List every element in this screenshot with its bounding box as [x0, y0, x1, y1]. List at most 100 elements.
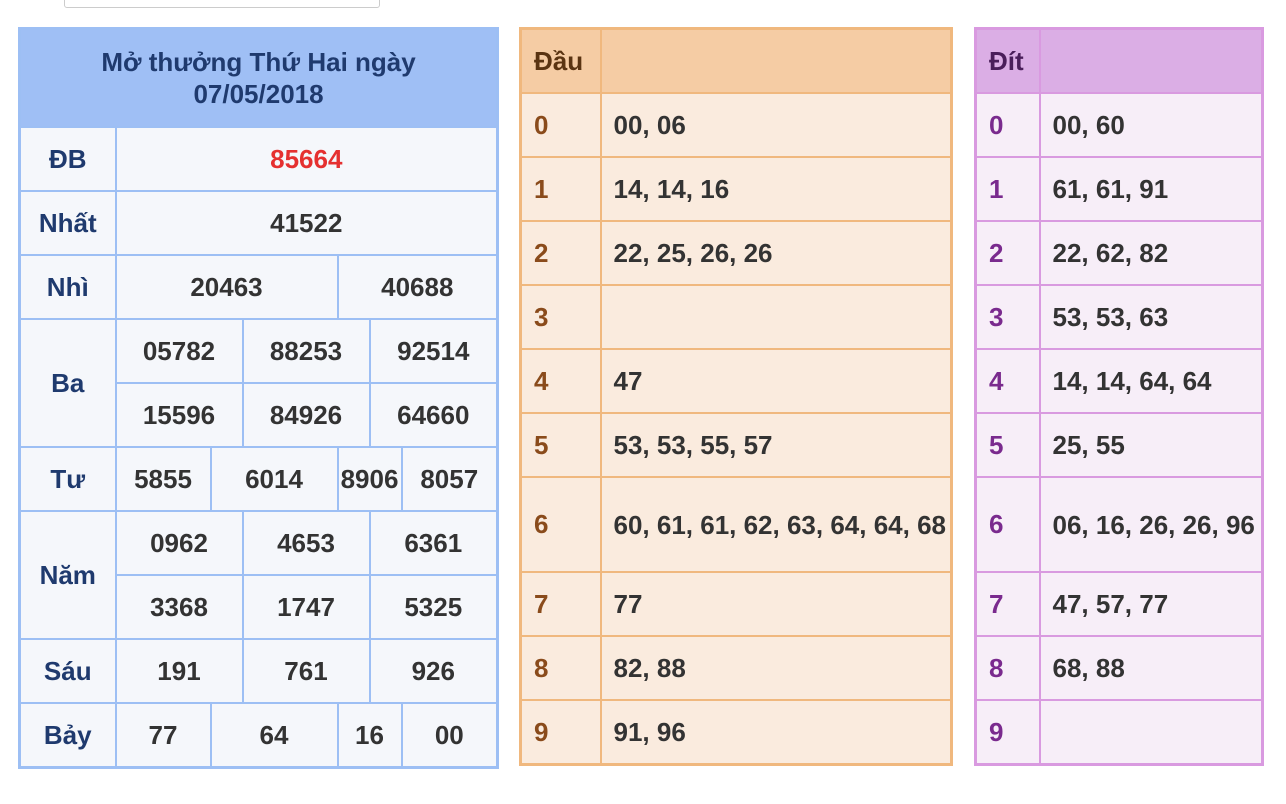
dau-value: 22, 25, 26, 26 — [599, 220, 953, 286]
dit-header: Đít — [974, 27, 1041, 94]
label-nhi: Nhì — [18, 254, 117, 320]
dit-value: 14, 14, 64, 64 — [1038, 348, 1264, 414]
dau-row: 5 53, 53, 55, 57 — [519, 412, 953, 478]
dau-key: 2 — [519, 220, 602, 286]
dau-key: 0 — [519, 92, 602, 158]
label-db: ĐB — [18, 126, 117, 192]
value-nam: 4653 — [241, 510, 371, 576]
dit-row: 4 14, 14, 64, 64 — [974, 348, 1264, 414]
dau-key: 4 — [519, 348, 602, 414]
dit-row: 0 00, 60 — [974, 92, 1264, 158]
value-bay: 77 — [114, 702, 212, 769]
value-db: 85664 — [114, 126, 499, 192]
dit-row: 2 22, 62, 82 — [974, 220, 1264, 286]
row-nhi: Nhì 20463 40688 — [18, 254, 499, 320]
title-line1: Mở thưởng Thứ Hai ngày — [101, 47, 416, 77]
results-table: Mở thưởng Thứ Hai ngày 07/05/2018 ĐB 856… — [18, 27, 500, 769]
label-bay: Bảy — [18, 702, 117, 769]
dau-key: 8 — [519, 635, 602, 701]
top-dropdown-edge[interactable] — [64, 0, 380, 8]
dau-row: 8 82, 88 — [519, 635, 953, 701]
dit-key: 4 — [974, 348, 1041, 414]
dit-value — [1038, 699, 1264, 766]
dit-value: 25, 55 — [1038, 412, 1264, 478]
dit-row: 5 25, 55 — [974, 412, 1264, 478]
value-sau: 191 — [114, 638, 244, 704]
dit-key: 2 — [974, 220, 1041, 286]
dau-header-blank — [599, 27, 953, 94]
value-ba: 92514 — [368, 318, 499, 384]
dit-row: 1 61, 61, 91 — [974, 156, 1264, 222]
value-tu: 8057 — [400, 446, 499, 512]
dit-key: 0 — [974, 92, 1041, 158]
dau-value: 77 — [599, 571, 953, 637]
dit-value: 68, 88 — [1038, 635, 1264, 701]
row-nhat: Nhất 41522 — [18, 190, 499, 256]
dau-key: 3 — [519, 284, 602, 350]
dit-row: 8 68, 88 — [974, 635, 1264, 701]
dit-key: 3 — [974, 284, 1041, 350]
dau-value: 91, 96 — [599, 699, 953, 766]
value-nam: 0962 — [114, 510, 244, 576]
value-nam: 6361 — [368, 510, 499, 576]
value-nhi: 40688 — [336, 254, 499, 320]
value-nam: 5325 — [368, 574, 499, 640]
dit-header-row: Đít — [974, 27, 1264, 94]
dau-value: 00, 06 — [599, 92, 953, 158]
value-tu: 6014 — [209, 446, 339, 512]
dit-key: 8 — [974, 635, 1041, 701]
dau-value: 14, 14, 16 — [599, 156, 953, 222]
dit-value: 00, 60 — [1038, 92, 1264, 158]
dit-table: Đít 0 00, 60 1 61, 61, 91 2 22, 62, 82 3 53,… — [974, 27, 1264, 766]
dit-row: 7 47, 57, 77 — [974, 571, 1264, 637]
dau-row: 2 22, 25, 26, 26 — [519, 220, 953, 286]
dau-key: 7 — [519, 571, 602, 637]
value-bay: 16 — [336, 702, 403, 769]
value-ba: 05782 — [114, 318, 244, 384]
dau-table: Đầu 0 00, 06 1 14, 14, 16 2 22, 25, 26, 26 … — [519, 27, 953, 766]
dau-value: 47 — [599, 348, 953, 414]
dau-row: 0 00, 06 — [519, 92, 953, 158]
dit-key: 1 — [974, 156, 1041, 222]
label-sau: Sáu — [18, 638, 117, 704]
dau-value: 60, 61, 61, 62, 63, 64, 64, 68 — [599, 476, 953, 573]
value-nhat: 41522 — [114, 190, 499, 256]
label-tu: Tư — [18, 446, 117, 512]
value-bay: 00 — [400, 702, 499, 769]
dau-key: 6 — [519, 476, 602, 573]
row-bay: Bảy 77 64 16 00 — [18, 702, 499, 769]
value-ba: 64660 — [368, 382, 499, 448]
value-ba: 88253 — [241, 318, 371, 384]
title-date: 07/05/2018 — [193, 79, 324, 109]
dau-value: 82, 88 — [599, 635, 953, 701]
dau-header: Đầu — [519, 27, 602, 94]
value-tu: 5855 — [114, 446, 212, 512]
dit-row: 9 — [974, 699, 1264, 766]
value-ba: 15596 — [114, 382, 244, 448]
dit-key: 6 — [974, 476, 1041, 573]
label-nhat: Nhất — [18, 190, 117, 256]
row-db: ĐB 85664 — [18, 126, 499, 192]
dit-key: 7 — [974, 571, 1041, 637]
dau-row: 4 47 — [519, 348, 953, 414]
dau-row: 6 60, 61, 61, 62, 63, 64, 64, 68 — [519, 476, 953, 573]
row-nam: Năm 0962 4653 6361 — [18, 510, 499, 640]
dau-key: 1 — [519, 156, 602, 222]
dau-key: 9 — [519, 699, 602, 766]
title-row: Mở thưởng Thứ Hai ngày 07/05/2018 — [18, 27, 499, 128]
row-ba: Ba 05782 88253 92514 — [18, 318, 499, 448]
dit-value: 61, 61, 91 — [1038, 156, 1264, 222]
dit-key: 9 — [974, 699, 1041, 766]
label-ba: Ba — [18, 318, 117, 448]
dit-value: 47, 57, 77 — [1038, 571, 1264, 637]
row-sau: Sáu 191 761 926 — [18, 638, 499, 704]
dau-row: 3 — [519, 284, 953, 350]
dit-key: 5 — [974, 412, 1041, 478]
row-tu: Tư 5855 6014 8906 8057 — [18, 446, 499, 512]
dit-value: 22, 62, 82 — [1038, 220, 1264, 286]
dau-value — [599, 284, 953, 350]
dau-row: 1 14, 14, 16 — [519, 156, 953, 222]
value-tu: 8906 — [336, 446, 403, 512]
value-nam: 1747 — [241, 574, 371, 640]
dau-value: 53, 53, 55, 57 — [599, 412, 953, 478]
